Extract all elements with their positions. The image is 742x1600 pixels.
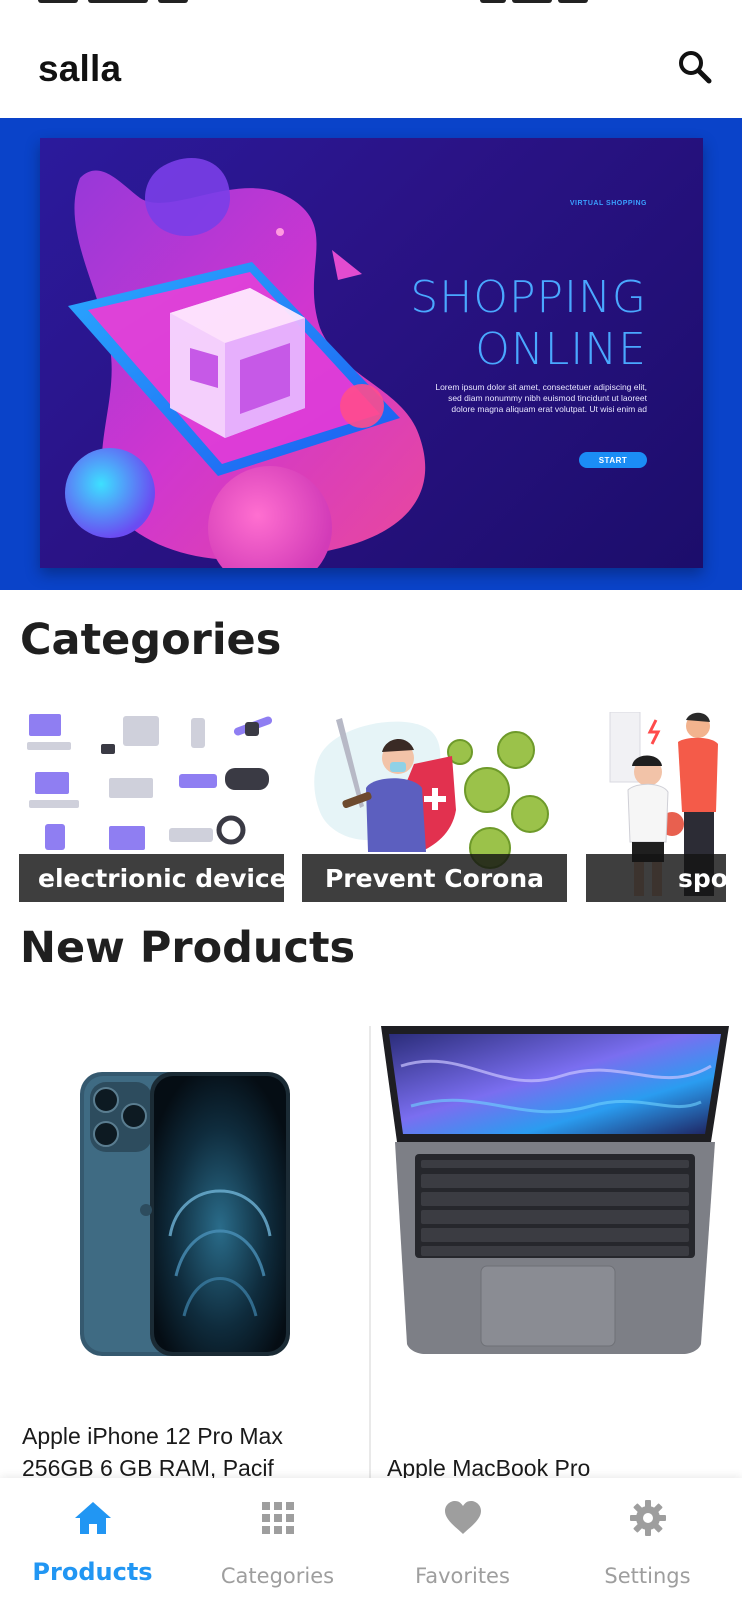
home-icon <box>71 1496 115 1540</box>
banner-title-line2: ONLINE <box>475 324 647 375</box>
gear-icon <box>626 1496 670 1540</box>
banner-title-line1: SHOPPING <box>410 272 647 323</box>
categories-heading: Categories <box>20 615 282 665</box>
heart-icon <box>441 1496 485 1540</box>
iphone-image <box>80 1072 290 1356</box>
product-card-iphone[interactable]: Apple iPhone 12 Pro Max 256GB 6 GB RAM, … <box>0 1026 369 1478</box>
categories-list[interactable]: electrionic devices Prevent Corona spo <box>0 712 742 904</box>
banner-start-button[interactable]: START <box>579 452 647 468</box>
banner-kicker: VIRTUAL SHOPPING <box>569 200 647 207</box>
new-products-heading: New Products <box>20 923 356 973</box>
status-bar-left-icons <box>38 0 288 4</box>
nav-categories[interactable]: Categories <box>185 1478 370 1600</box>
category-label: electrionic devices <box>19 854 284 902</box>
nav-categories-label: Categories <box>220 1564 335 1588</box>
banner-body: Lorem ipsum dolor sit amet, consectetuer… <box>435 382 647 414</box>
promo-banner[interactable]: VIRTUAL SHOPPING SHOPPING ONLINE Lorem i… <box>0 118 742 590</box>
product-name-line2: 256GB 6 GB RAM, Pacif <box>22 1455 274 1478</box>
bottom-navigation: Products Categories Favorites Settings <box>0 1478 742 1600</box>
app-title: salla <box>38 48 122 89</box>
nav-products[interactable]: Products <box>0 1478 185 1600</box>
product-card-macbook[interactable]: Apple MacBook Pro <box>371 1026 742 1478</box>
product-name-line1: Apple iPhone 12 Pro Max <box>22 1423 283 1449</box>
nav-products-label: Products <box>32 1558 153 1586</box>
nav-favorites[interactable]: Favorites <box>370 1478 555 1600</box>
nav-settings[interactable]: Settings <box>555 1478 740 1600</box>
nav-favorites-label: Favorites <box>415 1564 510 1588</box>
status-bar <box>0 0 742 14</box>
category-card-prevent-corona[interactable]: Prevent Corona <box>302 712 567 902</box>
product-name-line1: Apple MacBook Pro <box>387 1455 591 1478</box>
products-grid: Apple iPhone 12 Pro Max 256GB 6 GB RAM, … <box>0 1026 742 1478</box>
nav-settings-label: Settings <box>604 1564 691 1588</box>
category-label: spo <box>586 854 726 902</box>
grid-icon <box>256 1496 300 1540</box>
category-card-electronic-devices[interactable]: electrionic devices <box>19 712 284 902</box>
category-card-sports[interactable]: spo <box>586 712 726 902</box>
status-bar-right-icons <box>480 0 620 4</box>
macbook-image <box>381 1026 729 1354</box>
search-icon <box>679 51 712 84</box>
banner-title: SHOPPING ONLINE <box>410 272 647 376</box>
banner-image: VIRTUAL SHOPPING SHOPPING ONLINE Lorem i… <box>40 138 703 568</box>
app-bar: salla <box>0 14 742 118</box>
search-button[interactable] <box>672 44 718 90</box>
category-label: Prevent Corona <box>302 854 567 902</box>
